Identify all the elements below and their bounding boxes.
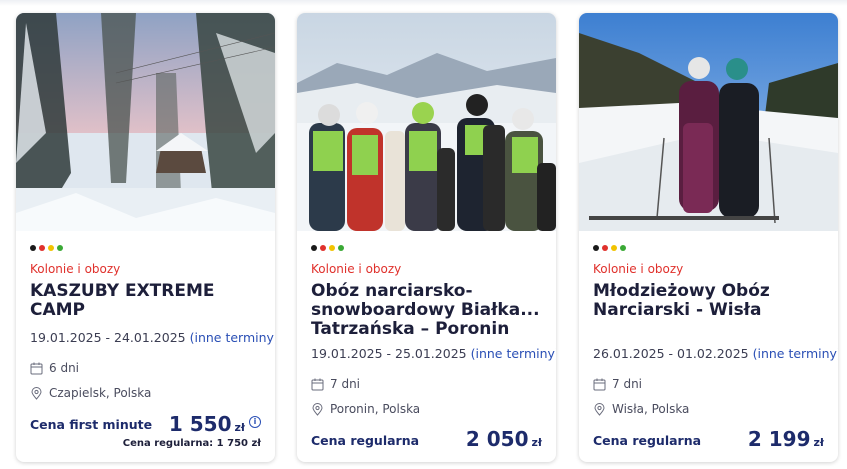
- offer-duration: 7 dni: [593, 377, 642, 391]
- color-dots: [30, 245, 63, 251]
- dot: [57, 245, 63, 251]
- price-value: 1 550: [168, 412, 232, 436]
- price-value: 2 199: [747, 427, 811, 451]
- offer-title[interactable]: KASZUBY EXTREME CAMP: [30, 282, 264, 320]
- date-range: 19.01.2025 - 25.01.2025: [311, 346, 467, 361]
- dot: [602, 245, 608, 251]
- dot: [620, 245, 626, 251]
- dot: [311, 245, 317, 251]
- date-range: 19.01.2025 - 24.01.2025: [30, 330, 186, 345]
- duration-text: 7 dni: [612, 377, 643, 391]
- offer-location: Wisła, Polska: [593, 402, 689, 416]
- dot: [39, 245, 45, 251]
- price-currency: zł: [531, 436, 542, 449]
- location-text: Wisła, Polska: [612, 402, 690, 416]
- offer-title[interactable]: Obóz narciarsko-snowboardowy Białka... T…: [311, 282, 545, 339]
- offer-duration: 6 dni: [30, 361, 79, 375]
- color-dots: [311, 245, 344, 251]
- color-dots: [593, 245, 626, 251]
- top-edge: [0, 0, 847, 6]
- price-value: 2 050: [465, 427, 529, 451]
- offer-dates: 19.01.2025 - 24.01.2025 (inne terminy): [30, 330, 275, 345]
- offer-title[interactable]: Młodzieżowy Obóz Narciarski - Wisła: [593, 282, 827, 320]
- offer-photo[interactable]: [297, 13, 556, 231]
- price-label: Cena regularna: [311, 433, 420, 448]
- dot: [30, 245, 36, 251]
- other-dates-link[interactable]: (inne terminy): [753, 346, 838, 361]
- offer-location: Czapielsk, Polska: [30, 386, 151, 400]
- offer-price: 2 199 zł: [748, 427, 824, 451]
- offer-photo[interactable]: [579, 13, 838, 231]
- offer-dates: 19.01.2025 - 25.01.2025 (inne terminy): [311, 346, 556, 361]
- calendar-icon: [311, 378, 324, 390]
- offer-card[interactable]: Kolonie i obozy KASZUBY EXTREME CAMP 19.…: [16, 13, 275, 462]
- offer-photo[interactable]: [16, 13, 275, 231]
- dot: [611, 245, 617, 251]
- offer-category: Kolonie i obozy: [30, 262, 121, 276]
- price-currency: zł: [234, 421, 245, 434]
- location-text: Poronin, Polska: [330, 402, 421, 416]
- offer-category: Kolonie i obozy: [593, 262, 684, 276]
- dot: [48, 245, 54, 251]
- location-pin-icon: [312, 402, 323, 416]
- offer-card[interactable]: Kolonie i obozy Młodzieżowy Obóz Narciar…: [579, 13, 838, 462]
- offer-card[interactable]: Kolonie i obozy Obóz narciarsko-snowboar…: [297, 13, 556, 462]
- dot: [593, 245, 599, 251]
- location-pin-icon: [31, 386, 42, 400]
- price-label: Cena regularna: [593, 433, 702, 448]
- calendar-icon: [30, 362, 43, 374]
- price-label: Cena first minute: [30, 417, 153, 432]
- info-icon[interactable]: i: [249, 416, 261, 428]
- offer-category: Kolonie i obozy: [311, 262, 402, 276]
- location-pin-icon: [594, 402, 605, 416]
- regular-price: Cena regularna: 1 750 zł: [122, 438, 261, 449]
- date-range: 26.01.2025 - 01.02.2025: [593, 346, 749, 361]
- offer-location: Poronin, Polska: [311, 402, 420, 416]
- offer-duration: 7 dni: [311, 377, 360, 391]
- location-text: Czapielsk, Polska: [49, 386, 152, 400]
- offer-price: 1 550 zł i: [169, 412, 261, 436]
- other-dates-link[interactable]: (inne terminy): [471, 346, 556, 361]
- price-currency: zł: [813, 436, 824, 449]
- duration-text: 7 dni: [330, 377, 361, 391]
- calendar-icon: [593, 378, 606, 390]
- offer-dates: 26.01.2025 - 01.02.2025 (inne terminy): [593, 346, 838, 361]
- duration-text: 6 dni: [49, 361, 80, 375]
- dot: [320, 245, 326, 251]
- dot: [338, 245, 344, 251]
- offer-price: 2 050 zł: [466, 427, 542, 451]
- dot: [329, 245, 335, 251]
- other-dates-link[interactable]: (inne terminy): [190, 330, 275, 345]
